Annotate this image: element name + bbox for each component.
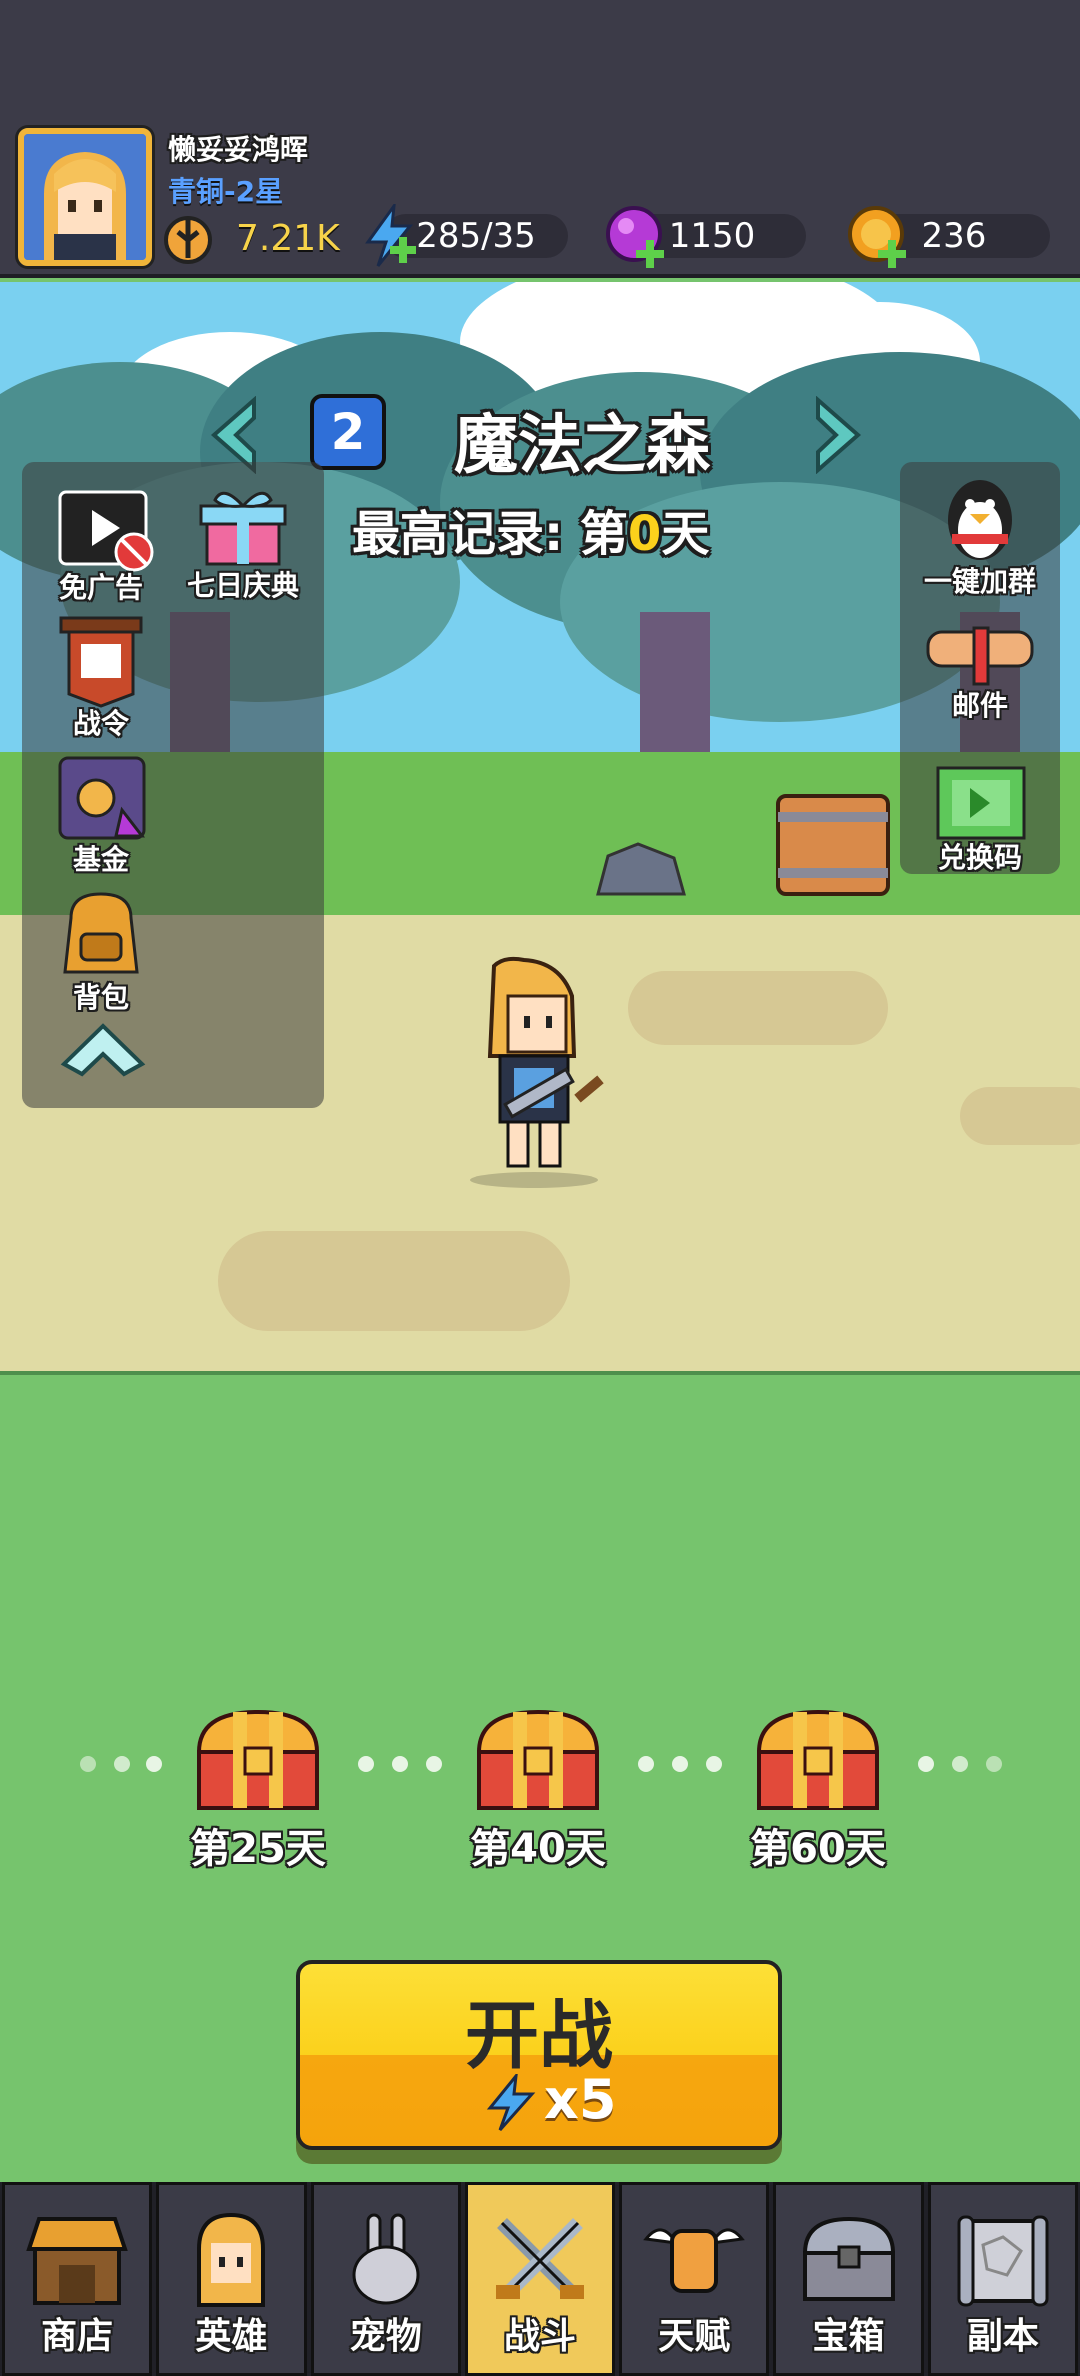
bottom-nav: 商店 英雄 宠物 战斗 天赋 宝箱 副本 [0,2182,1080,2376]
tab-chest[interactable]: 宝箱 [773,2182,924,2376]
progress-dot [80,1756,96,1772]
rock-decoration [588,836,688,896]
stage-number-badge: 2 [310,394,386,470]
hero-icon [197,2212,266,2307]
battle-icon [495,2218,584,2299]
stage-name: 魔法之森 [454,409,710,483]
chest-3-label: 第60天 [750,1826,886,1872]
progress-dot [986,1756,1002,1772]
chest-icon [802,2216,895,2301]
shop-icon [26,2217,128,2305]
progress-dot [918,1756,934,1772]
top-bar: 懒妥妥鸿晖 青铜-2星 7.21K 285/35 1150 236 [0,0,1080,278]
mail-button[interactable]: 邮件 [910,620,1050,724]
progress-dot [672,1756,688,1772]
tab-battle-label: 战斗 [503,2316,576,2357]
tab-dungeon-label: 副本 [966,2316,1039,2357]
redeem-code-button[interactable]: 兑换码 [910,758,1050,876]
battle-pass-button[interactable]: 战令 [36,614,166,742]
dungeon-icon [957,2215,1049,2307]
backpack-label: 背包 [72,981,129,1014]
reward-chest-3[interactable]: 第60天 [736,1708,900,1874]
film-icon [58,490,154,572]
fund-button[interactable]: 基金 [36,750,166,878]
chest-2-label: 第40天 [470,1826,606,1872]
best-record: 最高记录: 第0天 [352,494,709,564]
tab-pet[interactable]: 宠物 [310,2182,461,2376]
banner-icon [59,616,143,708]
energy-icon [484,2071,538,2132]
tab-shop-label: 商店 [41,2316,114,2357]
pet-icon [352,2213,420,2305]
progress-dot [146,1756,162,1772]
gift-icon [199,491,287,566]
tab-hero[interactable]: 英雄 [156,2182,307,2376]
start-battle-button[interactable]: 开战 x5 [296,1960,782,2150]
tab-hero-label: 英雄 [195,2316,268,2357]
join-group-button[interactable]: 一键加群 [910,470,1050,600]
energy-add-icon[interactable] [360,200,420,268]
treasure-chest-icon [756,1709,880,1810]
treasure-chest-icon [196,1709,320,1810]
redeem-code-label: 兑换码 [937,841,1022,874]
seven-day-label: 七日庆典 [186,569,299,602]
progress-dot [952,1756,968,1772]
collapse-menu-chevron-up-icon[interactable] [58,1018,148,1078]
tab-shop[interactable]: 商店 [2,2182,153,2376]
energy-cost: x5 [544,2068,617,2131]
gem-add-icon[interactable] [604,204,668,268]
no-ads-button[interactable]: 免广告 [36,488,166,606]
tab-dungeon[interactable]: 副本 [927,2182,1078,2376]
coin-value: 236 [921,216,987,256]
energy-value: 285/35 [416,216,536,256]
fund-label: 基金 [72,843,129,876]
player-rank: 青铜-2星 [168,175,284,208]
reward-chest-1[interactable]: 第25天 [176,1708,340,1874]
scroll-icon [926,626,1034,686]
player-name: 懒妥妥鸿晖 [168,133,309,166]
tab-talent[interactable]: 天赋 [619,2182,770,2376]
tab-battle[interactable]: 战斗 [464,2182,616,2376]
chest-1-label: 第25天 [190,1826,326,1872]
seven-day-button[interactable]: 七日庆典 [178,480,308,604]
reward-chest-2[interactable]: 第40天 [456,1708,620,1874]
gem-value: 1150 [668,216,756,256]
progress-dot [638,1756,654,1772]
tab-chest-label: 宝箱 [812,2316,885,2357]
join-group-label: 一键加群 [923,565,1036,598]
tab-pet-label: 宠物 [349,2316,422,2357]
next-stage-arrow[interactable] [800,395,866,475]
player-avatar[interactable] [18,128,152,266]
mail-label: 邮件 [951,689,1008,722]
barrel-decoration [774,792,892,898]
power-value: 7.21K [236,218,340,259]
hero-character [464,956,614,1188]
tab-talent-label: 天赋 [658,2316,731,2357]
best-record-prefix: 最高记录: 第 [352,506,628,562]
no-ads-label: 免广告 [58,571,143,604]
backpack-icon [63,892,139,974]
progress-dot [706,1756,722,1772]
best-record-suffix: 天 [661,506,710,562]
progress-dot [426,1756,442,1772]
backpack-button[interactable]: 背包 [36,888,166,1016]
battle-pass-label: 战令 [72,707,129,740]
power-icon [160,210,216,266]
penguin-icon [948,480,1012,560]
start-battle-label: 开战 [465,1993,613,2079]
ticket-icon [936,766,1026,840]
safe-icon [58,756,146,840]
best-record-value: 0 [627,506,662,562]
progress-dot [392,1756,408,1772]
progress-dot [358,1756,374,1772]
talent-icon [643,2228,746,2293]
progress-dot [114,1756,130,1772]
treasure-chest-icon [476,1709,600,1810]
coin-add-icon[interactable] [846,204,910,268]
